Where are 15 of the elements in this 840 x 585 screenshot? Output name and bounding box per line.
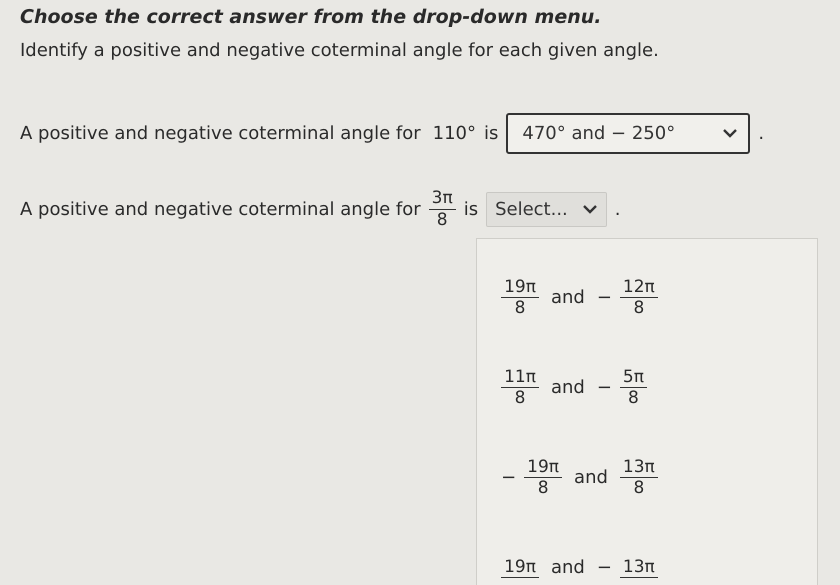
caret-icon	[582, 204, 598, 214]
instruction-text: Choose the correct answer from the drop-down menu.	[20, 6, 603, 28]
question-text: A positive and negative coterminal angle for	[20, 122, 421, 144]
period-text: .	[614, 198, 621, 220]
caret-icon	[722, 128, 738, 138]
prompt-text: Identify a positive and negative coterminal angle for each given angle.	[20, 40, 660, 61]
period-text: .	[758, 122, 764, 144]
question-text: is	[484, 122, 498, 144]
dropdown-option[interactable]: 19π and − 13π	[477, 522, 818, 585]
question-text: is	[464, 198, 478, 220]
answer-dropdown[interactable]: Select...	[486, 192, 607, 226]
question-text: A positive and negative coterminal angle for	[20, 198, 421, 220]
angle-value: 110°	[432, 122, 476, 144]
angle-fraction: 3π 8	[428, 188, 456, 230]
answer-dropdown[interactable]: 470° and − 250°	[506, 112, 750, 154]
